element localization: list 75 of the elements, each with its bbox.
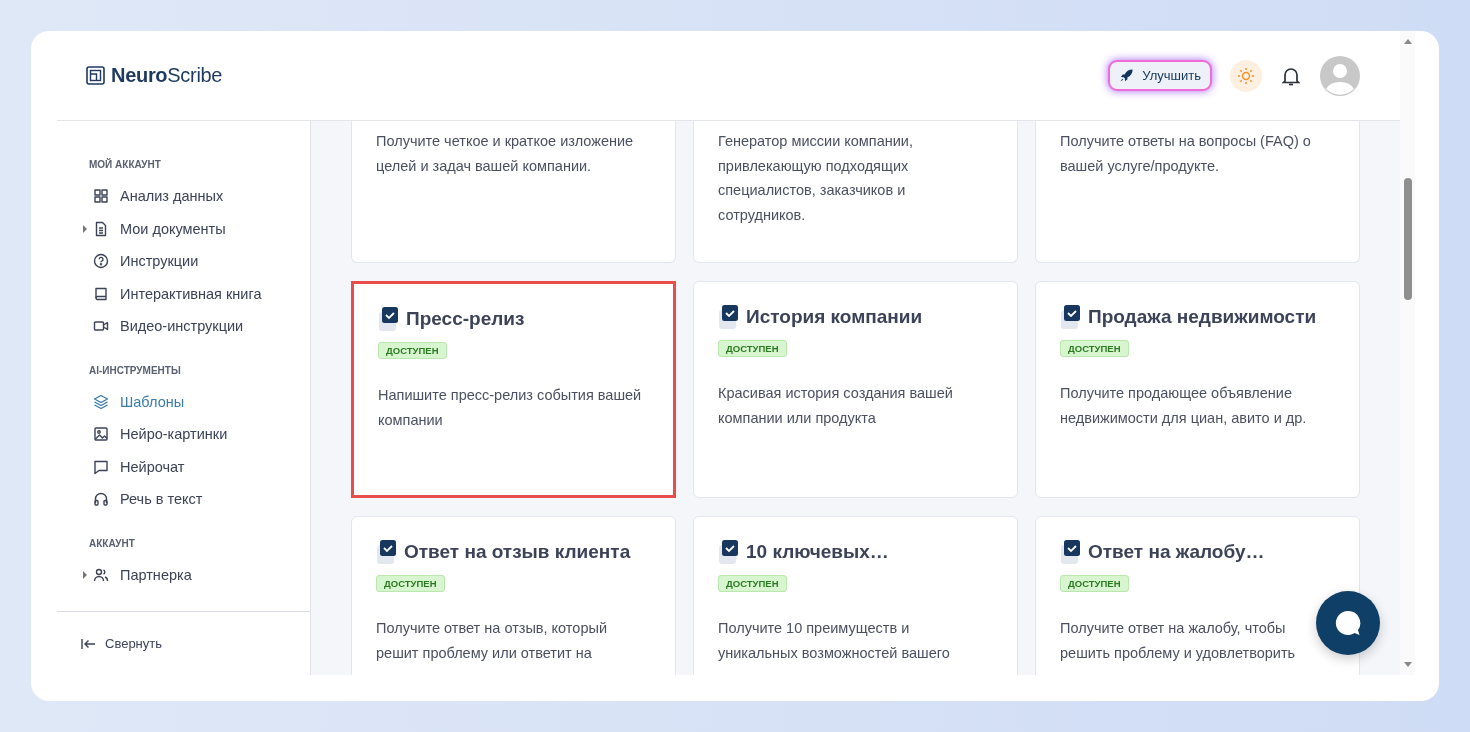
card-title: Пресс-релиз [406, 308, 525, 330]
logo-icon [86, 66, 105, 85]
status-badge: ДОСТУПЕН [718, 340, 787, 357]
book-icon [93, 285, 109, 302]
sidebar-item[interactable]: Партнерка [83, 558, 310, 591]
section-title: МОЙ АККАУНТ [89, 159, 162, 170]
chat-icon [93, 458, 109, 475]
users-icon [93, 566, 109, 583]
template-card[interactable]: Продажа недвижимости ДОСТУПЕН Получите продающее объявление недвижимости для циан, авито и др. [1035, 281, 1360, 498]
theme-toggle-button[interactable] [1230, 59, 1262, 92]
image-icon [93, 426, 109, 443]
checkbox-icon [718, 539, 740, 565]
card-description: Получите 10 преимуществ и уникальных возможностей вашего [718, 619, 951, 663]
scrollbar-thumb[interactable] [1403, 178, 1412, 300]
card-description: Напишите пресс-релиз события вашей компании [378, 386, 643, 430]
chat-bubble-icon [1333, 608, 1363, 638]
template-card[interactable]: Получите четкое и краткое изложение целей и задач вашей компании. [351, 121, 676, 263]
sun-icon [1237, 66, 1255, 85]
status-badge: ДОСТУПЕН [718, 575, 787, 592]
grid-icon [93, 188, 109, 205]
sidebar-item[interactable]: Инструкции [83, 245, 310, 278]
template-card[interactable]: Ответ на жалобу… ДОСТУПЕН Получите ответ на жалобу, чтобы решить проблему и удовлетворить [1035, 516, 1360, 675]
checkbox-icon [376, 539, 398, 565]
template-card[interactable]: Пресс-релиз ДОСТУПЕН Напишите пресс-релиз события вашей компании [351, 281, 676, 498]
sidebar-item[interactable]: Видео-инструкции [83, 310, 310, 343]
status-badge: ДОСТУПЕН [1060, 340, 1129, 357]
help-icon [93, 253, 109, 270]
avatar[interactable] [1320, 55, 1360, 96]
layers-icon [93, 393, 109, 410]
scrollbar[interactable] [1400, 31, 1415, 675]
card-title: Ответ на жалобу… [1088, 541, 1265, 563]
status-badge: ДОСТУПЕН [378, 342, 447, 359]
card-description: Красивая история создания вашей компании или продукта [718, 384, 954, 428]
card-title: История компании [746, 306, 923, 328]
card-description: Получите четкое и краткое изложение целей и задач вашей компании. [376, 132, 635, 176]
upgrade-button[interactable]: Улучшить [1108, 60, 1212, 91]
sidebar-item[interactable]: Анализ данных [83, 180, 310, 213]
bell-icon[interactable] [1282, 65, 1300, 86]
checkbox-icon [1060, 539, 1082, 565]
card-description: Получите продающее объявление недвижимости для циан, авито и др. [1060, 384, 1308, 428]
card-title: Продажа недвижимости [1088, 306, 1317, 328]
rocket-icon [1119, 68, 1135, 83]
collapse-arrow-icon [81, 637, 96, 650]
card-description: Получите ответы на вопросы (FAQ) о вашей услуге/продукте. [1060, 132, 1312, 176]
template-card[interactable]: 10 ключевых… ДОСТУПЕН Получите 10 преимуществ и уникальных возможностей вашего [693, 516, 1018, 675]
status-badge: ДОСТУПЕН [1060, 575, 1129, 592]
sidebar-item[interactable]: Речь в текст [83, 483, 310, 516]
chat-button[interactable] [1316, 591, 1380, 655]
caret-icon [83, 570, 87, 579]
sidebar-item[interactable]: Интерактивная книга [83, 277, 310, 310]
scroll-up-icon[interactable] [1403, 39, 1412, 44]
section-title: АККАУНТ [89, 537, 136, 549]
card-description: Получите ответ на жалобу, чтобы решить проблему и удовлетворить [1060, 619, 1297, 663]
doc-icon [93, 220, 109, 237]
collapse-button[interactable]: Свернуть [57, 611, 310, 675]
card-description: Генератор миссии компании, привлекающую подходящих специалистов, заказчиков и сотрудников. [718, 132, 914, 225]
template-card[interactable]: Генератор миссии компании, привлекающую подходящих специалистов, заказчиков и сотрудников. [693, 121, 1018, 263]
checkbox-icon [718, 304, 740, 330]
brand-name: NeuroScribe [111, 64, 223, 87]
checkbox-icon [1060, 304, 1082, 330]
template-card[interactable]: Получите ответы на вопросы (FAQ) о вашей услуге/продукте. [1035, 121, 1360, 263]
headphones-icon [93, 491, 109, 508]
section-title: AI-ИНСТРУМЕНТЫ [89, 364, 182, 376]
caret-icon [83, 224, 87, 233]
sidebar-item[interactable]: Шаблоны [83, 385, 310, 418]
card-description: Получите ответ на отзыв, который решит проблему или ответит на [376, 619, 608, 663]
sidebar-item[interactable]: Мои документы [83, 212, 310, 245]
status-badge: ДОСТУПЕН [376, 575, 445, 592]
sidebar-item[interactable]: Нейро-картинки [83, 418, 310, 451]
card-title: 10 ключевых… [746, 541, 889, 563]
template-card[interactable]: Ответ на отзыв клиента ДОСТУПЕН Получите ответ на отзыв, который решит проблему или ответит на [351, 516, 676, 675]
sidebar-item[interactable]: Нейрочат [83, 450, 310, 483]
checkbox-icon [378, 306, 400, 332]
template-card[interactable]: История компании ДОСТУПЕН Красивая история создания вашей компании или продукта [693, 281, 1018, 498]
card-title: Ответ на отзыв клиента [404, 541, 631, 563]
